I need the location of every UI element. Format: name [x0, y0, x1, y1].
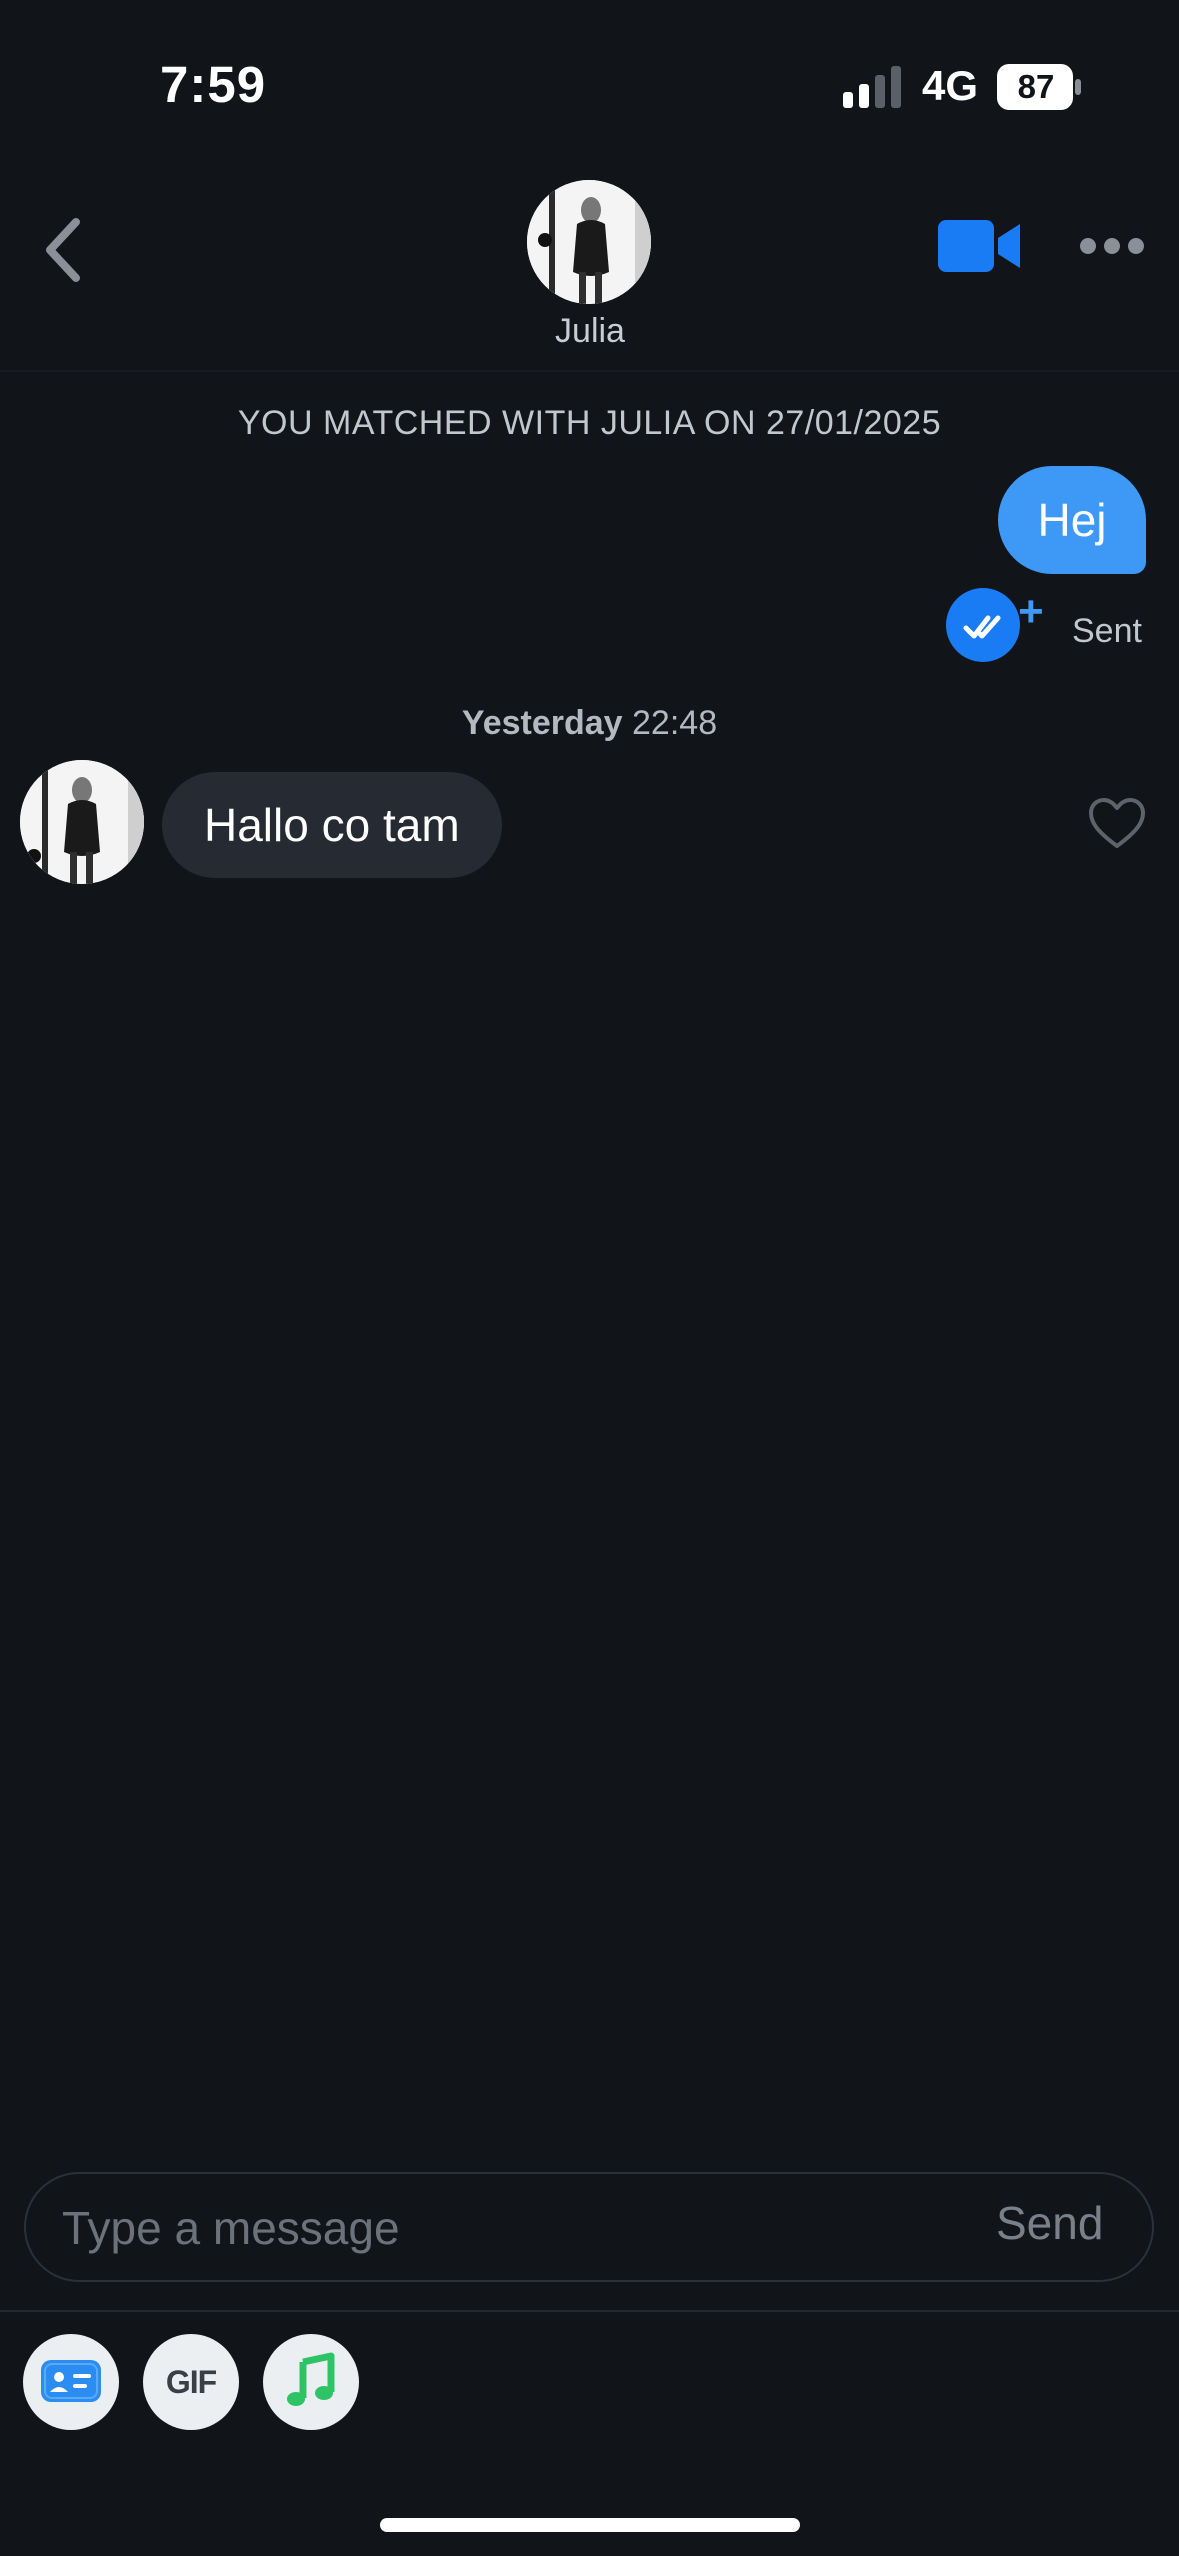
message-input[interactable] — [60, 2194, 924, 2262]
timestamp-time: 22:48 — [632, 704, 718, 742]
sent-status: Sent — [1072, 612, 1142, 650]
status-time: 7:59 — [160, 56, 267, 113]
back-button[interactable] — [36, 212, 96, 288]
like-message-button[interactable] — [1088, 798, 1146, 850]
video-call-button[interactable] — [936, 216, 1022, 276]
more-options-button[interactable] — [1078, 234, 1146, 258]
music-note-icon — [287, 2352, 335, 2406]
match-notice: YOU MATCHED WITH JULIA ON 27/01/2025 — [237, 404, 942, 442]
message-timestamp: Yesterday 22:48 — [0, 704, 1179, 743]
timestamp-day: Yesterday — [461, 704, 623, 742]
contact-name[interactable]: Julia — [440, 312, 740, 351]
more-horizontal-icon — [1080, 238, 1144, 254]
video-camera-icon — [938, 220, 1020, 272]
id-card-button[interactable] — [23, 2334, 119, 2430]
gif-button[interactable]: GIF — [143, 2334, 239, 2430]
plus-icon[interactable]: + — [1018, 590, 1044, 634]
id-card-icon — [41, 2360, 101, 2402]
sender-avatar[interactable] — [20, 760, 144, 884]
toolbar-divider — [0, 2310, 1179, 2312]
send-button[interactable]: Send — [996, 2196, 1103, 2250]
contact-avatar[interactable] — [527, 180, 651, 304]
home-indicator[interactable] — [380, 2518, 800, 2532]
gif-label: GIF — [165, 2364, 217, 2400]
header-divider — [0, 370, 1179, 372]
outgoing-message-bubble[interactable]: Hej — [998, 466, 1146, 574]
network-type: 4G — [922, 62, 979, 109]
heart-icon — [1089, 798, 1145, 848]
signal-strength-icon — [843, 66, 901, 108]
profile-photo — [527, 180, 651, 304]
chevron-left-icon — [46, 218, 80, 282]
incoming-message-bubble[interactable]: Hallo co tam — [162, 772, 502, 878]
battery-level: 87 — [1017, 68, 1055, 105]
profile-photo — [20, 760, 144, 884]
music-button[interactable] — [263, 2334, 359, 2430]
read-receipt-icon[interactable] — [946, 588, 1020, 662]
